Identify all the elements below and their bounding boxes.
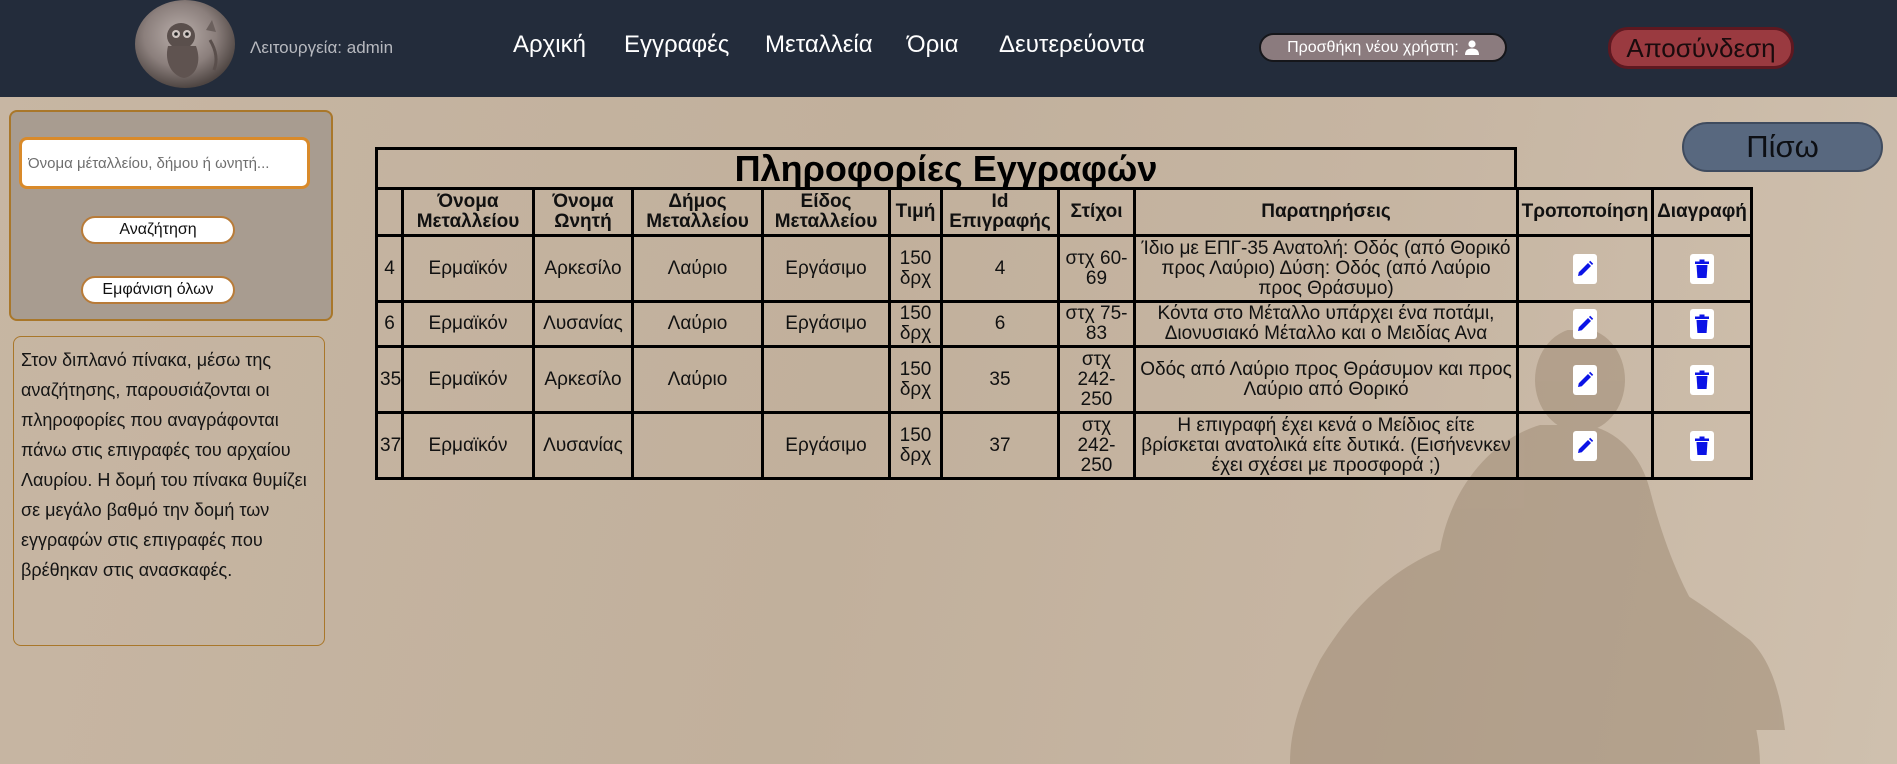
info-description: Στον διπλανό πίνακα, μέσω της αναζήτησης…	[13, 336, 325, 646]
nav-mines[interactable]: Μεταλλεία	[765, 31, 873, 59]
cell-buyer-name: Αρκεσίλο	[532, 234, 634, 303]
table-header-row: Όνομα Μεταλλείου Όνομα Ωνητή Δήμος Μεταλ…	[375, 187, 1753, 237]
cell-delete	[1651, 345, 1753, 414]
cell-delete	[1651, 234, 1753, 303]
cell-inscription-id: 4	[940, 234, 1060, 303]
cell-deme: Λαύριο	[631, 300, 764, 348]
cell-mine-type: Εργάσιμο	[761, 411, 891, 480]
cell-index: 6	[375, 300, 404, 348]
cell-mine-name: Ερμαϊκόν	[401, 411, 535, 480]
user-role-label: Λειτουργεία: admin	[250, 38, 394, 57]
column-header-inscription-id: Id Επιγραφής	[940, 187, 1060, 237]
cell-lines: στχ 242-250	[1057, 345, 1136, 414]
cell-price: 150 δρχ	[888, 300, 943, 348]
top-navbar: Λειτουργεία: admin Αρχική Εγγραφές Μεταλ…	[0, 0, 1897, 97]
cell-mine-name: Ερμαϊκόν	[401, 345, 535, 414]
search-button[interactable]: Αναζήτηση	[81, 216, 235, 244]
cell-edit	[1516, 300, 1654, 348]
cell-price: 150 δρχ	[888, 345, 943, 414]
table-row: 6 Ερμαϊκόν Λυσανίας Λαύριο Εργάσιμο 150 …	[375, 300, 1753, 348]
pencil-icon[interactable]	[1573, 309, 1597, 339]
table-title: Πληροφορίες Εγγραφών	[375, 147, 1517, 189]
cell-lines: στχ 242-250	[1057, 411, 1136, 480]
show-all-button[interactable]: Εμφάνιση όλων	[81, 276, 235, 304]
cell-buyer-name: Λυσανίας	[532, 411, 634, 480]
records-table: Όνομα Μεταλλείου Όνομα Ωνητή Δήμος Μεταλ…	[375, 187, 1753, 480]
add-user-label: Προσθήκη νέου χρήστη:	[1287, 38, 1459, 56]
trash-icon[interactable]	[1690, 309, 1714, 339]
cell-deme: Λαύριο	[631, 234, 764, 303]
add-user-button[interactable]: Προσθήκη νέου χρήστη:	[1259, 33, 1507, 62]
cell-mine-name: Ερμαϊκόν	[401, 300, 535, 348]
cell-buyer-name: Λυσανίας	[532, 300, 634, 348]
cell-price: 150 δρχ	[888, 411, 943, 480]
back-button[interactable]: Πίσω	[1682, 122, 1883, 172]
cell-mine-type: Εργάσιμο	[761, 234, 891, 303]
cell-edit	[1516, 345, 1654, 414]
column-header-notes: Παρατηρήσεις	[1133, 187, 1519, 237]
search-input[interactable]	[19, 137, 310, 189]
nav-secondary[interactable]: Δευτερεύοντα	[999, 31, 1145, 59]
cell-lines: στχ 60-69	[1057, 234, 1136, 303]
cell-mine-type: Εργάσιμο	[761, 300, 891, 348]
table-row: 37 Ερμαϊκόν Λυσανίας Εργάσιμο 150 δρχ 37…	[375, 411, 1753, 480]
pencil-icon[interactable]	[1573, 430, 1597, 461]
cell-price: 150 δρχ	[888, 234, 943, 303]
cell-index: 37	[375, 411, 404, 480]
user-icon	[1464, 40, 1479, 55]
cell-delete	[1651, 300, 1753, 348]
column-header-mine-type: Είδος Μεταλλείου	[761, 187, 891, 237]
trash-icon[interactable]	[1690, 364, 1714, 395]
cell-delete	[1651, 411, 1753, 480]
nav-boundaries[interactable]: Όρια	[907, 31, 958, 59]
pencil-icon[interactable]	[1573, 253, 1597, 284]
cell-inscription-id: 37	[940, 411, 1060, 480]
owl-coin-logo[interactable]	[134, 0, 236, 88]
column-header-deme: Δήμος Μεταλλείου	[631, 187, 764, 237]
cell-notes: Η επιγραφή έχει κενά ο Μείδιος είτε βρίσ…	[1133, 411, 1519, 480]
cell-deme: Λαύριο	[631, 345, 764, 414]
cell-buyer-name: Αρκεσίλο	[532, 345, 634, 414]
cell-inscription-id: 35	[940, 345, 1060, 414]
pencil-icon[interactable]	[1573, 364, 1597, 395]
table-row: 4 Ερμαϊκόν Αρκεσίλο Λαύριο Εργάσιμο 150 …	[375, 234, 1753, 303]
column-header-index	[375, 187, 404, 237]
cell-lines: στχ 75-83	[1057, 300, 1136, 348]
column-header-delete: Διαγραφή	[1651, 187, 1753, 237]
nav-home[interactable]: Αρχική	[513, 31, 586, 59]
cell-edit	[1516, 234, 1654, 303]
logout-button[interactable]: Αποσύνδεση	[1608, 27, 1794, 69]
trash-icon[interactable]	[1690, 430, 1714, 461]
column-header-price: Τιμή	[888, 187, 943, 237]
cell-edit	[1516, 411, 1654, 480]
column-header-lines: Στίχοι	[1057, 187, 1136, 237]
cell-index: 4	[375, 234, 404, 303]
cell-deme	[631, 411, 764, 480]
cell-notes: Ίδιο με ΕΠΓ-35 Ανατολή: Οδός (από Θορικό…	[1133, 234, 1519, 303]
column-header-buyer-name: Όνομα Ωνητή	[532, 187, 634, 237]
search-panel: Αναζήτηση Εμφάνιση όλων	[9, 110, 333, 321]
table-row: 35 Ερμαϊκόν Αρκεσίλο Λαύριο 150 δρχ 35 σ…	[375, 345, 1753, 414]
nav-records[interactable]: Εγγραφές	[624, 31, 729, 59]
cell-notes: Κόντα στο Μέταλλο υπάρχει ένα ποτάμι, Δι…	[1133, 300, 1519, 348]
cell-index: 35	[375, 345, 404, 414]
cell-mine-name: Ερμαϊκόν	[401, 234, 535, 303]
column-header-edit: Τροποποίηση	[1516, 187, 1654, 237]
cell-mine-type	[761, 345, 891, 414]
trash-icon[interactable]	[1690, 253, 1714, 284]
cell-notes: Οδός από Λαύριο προς Θράσυμον και προς Λ…	[1133, 345, 1519, 414]
cell-inscription-id: 6	[940, 300, 1060, 348]
column-header-mine-name: Όνομα Μεταλλείου	[401, 187, 535, 237]
